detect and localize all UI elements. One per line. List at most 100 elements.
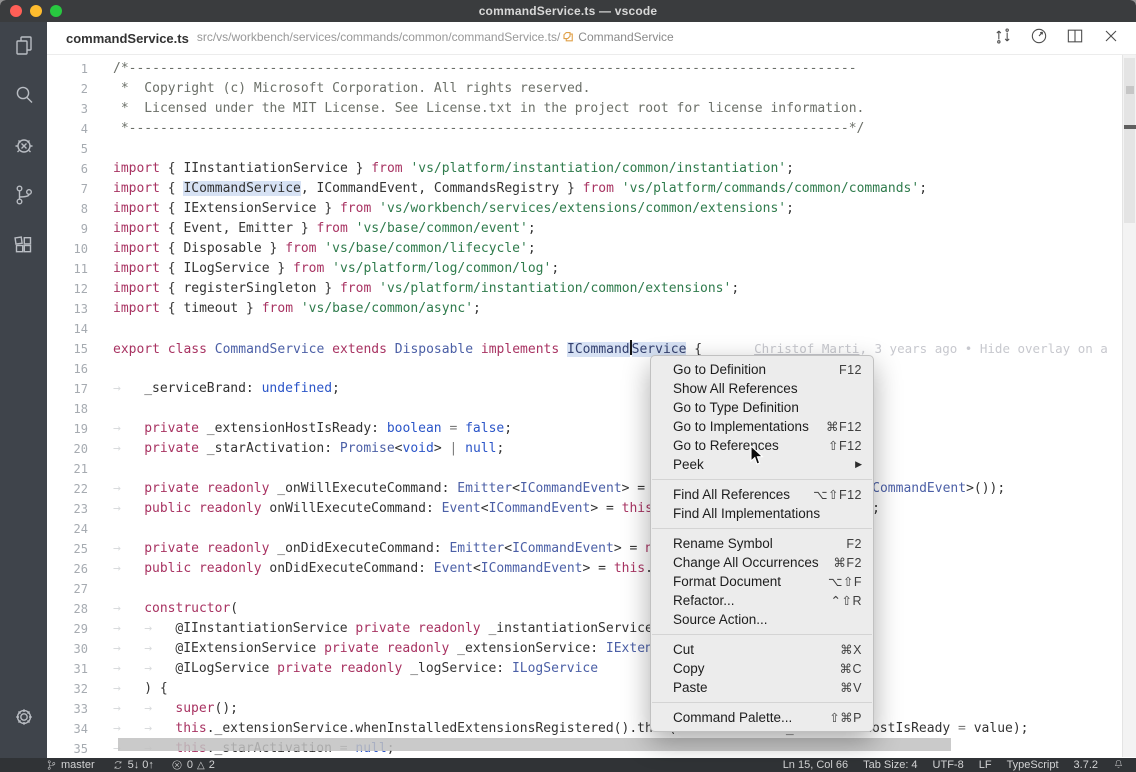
menu-item-rename-symbol[interactable]: Rename SymbolF2: [651, 534, 873, 553]
menu-item-go-to-references[interactable]: Go to References⇧F12: [651, 436, 873, 455]
code-line-2[interactable]: 2 * Copyright (c) Microsoft Corporation.…: [47, 79, 1136, 99]
menu-item-find-all-references[interactable]: Find All References⌥⇧F12: [651, 485, 873, 504]
maximize-window-button[interactable]: [50, 5, 62, 17]
code-line-34[interactable]: 34→→this._extensionService.whenInstalled…: [47, 719, 1136, 739]
line-number[interactable]: 13: [47, 299, 113, 319]
line-number[interactable]: 30: [47, 639, 113, 659]
line-number[interactable]: 21: [47, 459, 113, 479]
line-number[interactable]: 5: [47, 139, 113, 159]
vertical-scrollbar[interactable]: [1122, 55, 1136, 757]
code-line-9[interactable]: 9import { Event, Emitter } from 'vs/base…: [47, 219, 1136, 239]
line-number[interactable]: 34: [47, 719, 113, 739]
line-number[interactable]: 1: [47, 59, 113, 79]
code-line-23[interactable]: 23→public readonly onWillExecuteCommand:…: [47, 499, 1136, 519]
code-line-8[interactable]: 8import { IExtensionService } from 'vs/w…: [47, 199, 1136, 219]
code-line-4[interactable]: 4 *-------------------------------------…: [47, 119, 1136, 139]
activity-item-search[interactable]: [0, 72, 47, 122]
status-eol[interactable]: LF: [979, 759, 992, 771]
code-line-30[interactable]: 30→→@IExtensionService private readonly …: [47, 639, 1136, 659]
menu-item-format-document[interactable]: Format Document⌥⇧F: [651, 572, 873, 591]
line-number[interactable]: 17: [47, 379, 113, 399]
minimize-window-button[interactable]: [30, 5, 42, 17]
menu-item-find-all-implementations[interactable]: Find All Implementations: [651, 504, 873, 523]
status-typescript-version[interactable]: 3.7.2: [1074, 759, 1098, 771]
line-number[interactable]: 28: [47, 599, 113, 619]
code-line-3[interactable]: 3 * Licensed under the MIT License. See …: [47, 99, 1136, 119]
line-number[interactable]: 18: [47, 399, 113, 419]
code-line-22[interactable]: 22→private readonly _onWillExecuteComman…: [47, 479, 1136, 499]
code-line-26[interactable]: 26→public readonly onDidExecuteCommand: …: [47, 559, 1136, 579]
activity-item-source-control[interactable]: [0, 172, 47, 222]
code-line-12[interactable]: 12import { registerSingleton } from 'vs/…: [47, 279, 1136, 299]
line-number[interactable]: 35: [47, 739, 113, 757]
status-language-mode[interactable]: TypeScript: [1007, 759, 1059, 771]
line-number[interactable]: 27: [47, 579, 113, 599]
menu-item-source-action[interactable]: Source Action...: [651, 610, 873, 629]
code-line-24[interactable]: 24: [47, 519, 1136, 539]
menu-item-go-to-implementations[interactable]: Go to Implementations⌘F12: [651, 417, 873, 436]
line-number[interactable]: 25: [47, 539, 113, 559]
code-editor[interactable]: 1/*-------------------------------------…: [47, 55, 1136, 757]
menu-item-peek[interactable]: Peek▶: [651, 455, 873, 474]
line-number[interactable]: 19: [47, 419, 113, 439]
sync-indicator[interactable]: 5↓ 0↑: [112, 759, 154, 771]
horizontal-scrollbar[interactable]: [118, 738, 951, 751]
open-changes-button[interactable]: [992, 27, 1014, 49]
line-number[interactable]: 16: [47, 359, 113, 379]
activity-item-settings[interactable]: [0, 694, 47, 744]
line-number[interactable]: 2: [47, 79, 113, 99]
line-number[interactable]: 9: [47, 219, 113, 239]
code-line-17[interactable]: 17→_serviceBrand: undefined;: [47, 379, 1136, 399]
line-number[interactable]: 12: [47, 279, 113, 299]
git-blame-annotation[interactable]: Christof Marti, 3 years ago • Hide overl…: [754, 341, 1108, 356]
status-cursor-position[interactable]: Ln 15, Col 66: [783, 759, 848, 771]
activity-item-explorer[interactable]: [0, 22, 47, 72]
menu-item-go-to-type-definition[interactable]: Go to Type Definition: [651, 398, 873, 417]
split-editor-button[interactable]: [1064, 27, 1086, 49]
code-line-6[interactable]: 6import { IInstantiationService } from '…: [47, 159, 1136, 179]
menu-item-go-to-definition[interactable]: Go to DefinitionF12: [651, 360, 873, 379]
menu-item-paste[interactable]: Paste⌘V: [651, 678, 873, 697]
code-line-1[interactable]: 1/*-------------------------------------…: [47, 59, 1136, 79]
line-number[interactable]: 22: [47, 479, 113, 499]
code-line-27[interactable]: 27: [47, 579, 1136, 599]
breadcrumb-file-name[interactable]: commandService.ts: [66, 31, 189, 46]
code-line-16[interactable]: 16: [47, 359, 1136, 379]
code-line-25[interactable]: 25→private readonly _onDidExecuteCommand…: [47, 539, 1136, 559]
line-number[interactable]: 14: [47, 319, 113, 339]
menu-item-show-all-references[interactable]: Show All References: [651, 379, 873, 398]
close-window-button[interactable]: [10, 5, 22, 17]
code-line-31[interactable]: 31→→@ILogService private readonly _logSe…: [47, 659, 1136, 679]
code-line-18[interactable]: 18: [47, 399, 1136, 419]
vertical-scrollbar-thumb[interactable]: [1124, 58, 1135, 223]
menu-item-cut[interactable]: Cut⌘X: [651, 640, 873, 659]
code-line-13[interactable]: 13import { timeout } from 'vs/base/commo…: [47, 299, 1136, 319]
notifications-button[interactable]: [1113, 758, 1124, 772]
code-line-21[interactable]: 21: [47, 459, 1136, 479]
code-line-5[interactable]: 5: [47, 139, 1136, 159]
menu-item-copy[interactable]: Copy⌘C: [651, 659, 873, 678]
line-number[interactable]: 3: [47, 99, 113, 119]
code-line-7[interactable]: 7import { ICommandService, ICommandEvent…: [47, 179, 1136, 199]
code-line-10[interactable]: 10import { Disposable } from 'vs/base/co…: [47, 239, 1136, 259]
line-number[interactable]: 29: [47, 619, 113, 639]
menu-item-command-palette[interactable]: Command Palette...⇧⌘P: [651, 708, 873, 727]
breadcrumb[interactable]: src/vs/workbench/services/commands/commo…: [197, 30, 674, 46]
branch-indicator[interactable]: master: [46, 759, 95, 771]
line-number[interactable]: 10: [47, 239, 113, 259]
line-number[interactable]: 7: [47, 179, 113, 199]
code-line-20[interactable]: 20→private _starActivation: Promise<void…: [47, 439, 1136, 459]
title-bar[interactable]: commandService.ts — vscode: [0, 0, 1136, 22]
line-number[interactable]: 31: [47, 659, 113, 679]
status-tab-size[interactable]: Tab Size: 4: [863, 759, 917, 771]
line-number[interactable]: 4: [47, 119, 113, 139]
code-line-29[interactable]: 29→→@IInstantiationService private reado…: [47, 619, 1136, 639]
code-line-19[interactable]: 19→private _extensionHostIsReady: boolea…: [47, 419, 1136, 439]
line-number[interactable]: 23: [47, 499, 113, 519]
problems-indicator[interactable]: 0 △ 2: [171, 759, 215, 771]
code-line-32[interactable]: 32→) {: [47, 679, 1136, 699]
menu-item-refactor[interactable]: Refactor...⌃⇧R: [651, 591, 873, 610]
code-line-11[interactable]: 11import { ILogService } from 'vs/platfo…: [47, 259, 1136, 279]
line-number[interactable]: 26: [47, 559, 113, 579]
code-line-15[interactable]: 15export class CommandService extends Di…: [47, 339, 1136, 359]
